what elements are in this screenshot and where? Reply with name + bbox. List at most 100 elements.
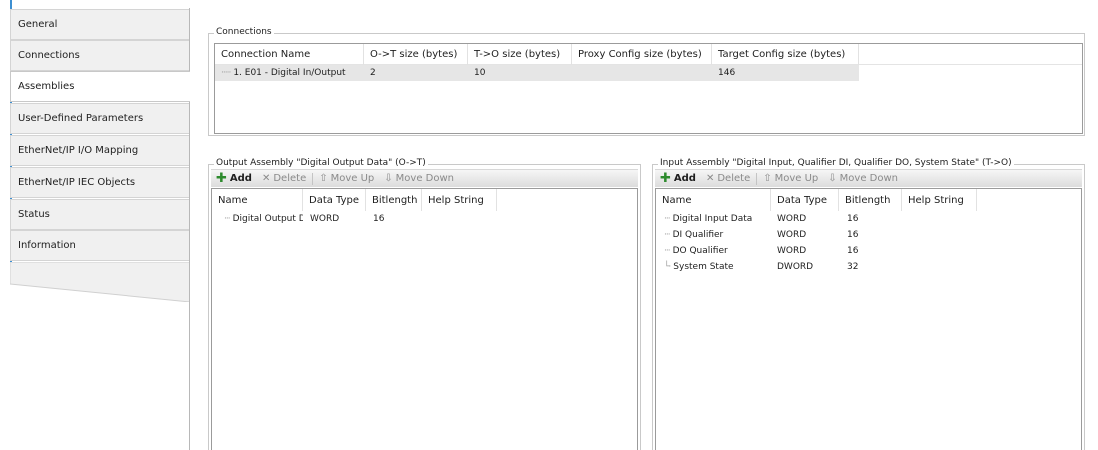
item-help-string — [902, 243, 977, 259]
list-item[interactable]: ··· DO Qualifier WORD 16 — [656, 243, 1081, 259]
tab-label: Information — [18, 240, 76, 251]
add-label: Add — [229, 173, 252, 184]
tree-connector: ··· — [664, 214, 671, 224]
item-name-cell: ··· DI Qualifier — [656, 227, 771, 243]
item-bitlength: 32 — [847, 262, 859, 272]
input-delete-button[interactable]: ✕ Delete — [701, 173, 755, 184]
item-bitlength: 16 — [847, 230, 859, 240]
item-name-cell: └· System State — [656, 259, 771, 275]
column-header-ot-size[interactable]: O->T size (bytes) — [364, 44, 468, 65]
output-assembly-title: Output Assembly "Digital Output Data" (O… — [214, 158, 428, 168]
column-header-bitlength[interactable]: Bitlength — [366, 189, 422, 211]
item-name: DI Qualifier — [672, 230, 724, 240]
item-bitlength: 16 — [847, 246, 859, 256]
tab-general[interactable]: General — [10, 9, 190, 40]
column-header-bitlength[interactable]: Bitlength — [839, 189, 902, 211]
tab-assemblies[interactable]: Assemblies — [10, 71, 190, 102]
item-name: Digital Output Data — [232, 214, 303, 224]
tab-ethernetip-iec-objects[interactable]: EtherNet/IP IEC Objects — [10, 167, 190, 198]
arrow-down-icon: ⇩ — [384, 173, 393, 184]
delete-label: Delete — [717, 173, 751, 184]
output-add-button[interactable]: ✚ Add — [211, 170, 257, 186]
item-name-cell: ··· DO Qualifier — [656, 243, 771, 259]
add-label: Add — [673, 173, 696, 184]
column-header-data-type[interactable]: Data Type — [771, 189, 839, 211]
tab-label: User-Defined Parameters — [18, 113, 144, 124]
list-item[interactable]: └· System State DWORD 32 — [656, 259, 1081, 275]
column-header-proxy-config-size[interactable]: Proxy Config size (bytes) — [572, 44, 712, 65]
input-move-up-button[interactable]: ⇧ Move Up — [758, 173, 823, 184]
tab-information[interactable]: Information — [10, 230, 190, 261]
item-data-type: DWORD — [777, 262, 814, 272]
toolbar-separator — [312, 172, 314, 185]
tab-label: Status — [18, 209, 50, 220]
tree-connector: ··· — [664, 246, 671, 256]
tree-connector: ····· — [221, 68, 231, 78]
tab-user-defined-parameters[interactable]: User-Defined Parameters — [10, 103, 190, 134]
move-up-label: Move Up — [774, 173, 819, 184]
table-row[interactable]: ····· 1. E01 - Digital In/Output 2 10 14… — [215, 65, 859, 81]
output-assembly-toolbar: ✚ Add ✕ Delete ⇧ Move Up ⇩ Move Down — [211, 169, 638, 187]
output-move-up-button[interactable]: ⇧ Move Up — [314, 173, 379, 184]
input-list-header: Name Data Type Bitlength Help String — [656, 189, 1081, 211]
column-header-target-config-size[interactable]: Target Config size (bytes) — [712, 44, 859, 65]
add-icon: ✚ — [660, 170, 671, 186]
output-list-header: Name Data Type Bitlength Help String — [212, 189, 637, 211]
tab-strip: General Connections Assemblies User-Defi… — [0, 0, 190, 450]
item-bitlength: 16 — [847, 214, 859, 224]
tab-connections[interactable]: Connections — [10, 40, 190, 71]
delete-icon: ✕ — [261, 173, 271, 184]
delete-icon: ✕ — [705, 173, 715, 184]
output-assembly-list[interactable]: Name Data Type Bitlength Help String ···… — [211, 188, 638, 450]
add-icon: ✚ — [216, 170, 227, 186]
item-help-string — [902, 211, 977, 227]
item-bitlength: 16 — [373, 214, 385, 224]
list-item[interactable]: ··· Digital Output Data WORD 16 — [212, 211, 637, 227]
input-move-down-button[interactable]: ⇩ Move Down — [823, 173, 903, 184]
connection-name-cell: ····· 1. E01 - Digital In/Output — [215, 65, 364, 81]
arrow-up-icon: ⇧ — [763, 173, 772, 184]
connections-group: Connections Connection Name O->T size (b… — [208, 27, 1085, 136]
input-assembly-list[interactable]: Name Data Type Bitlength Help String ···… — [655, 188, 1082, 450]
tab-ethernetip-io-mapping[interactable]: EtherNet/IP I/O Mapping — [10, 135, 190, 166]
tree-connector: ··· — [664, 230, 671, 240]
tree-connector: ··· — [224, 214, 231, 224]
list-item[interactable]: ··· DI Qualifier WORD 16 — [656, 227, 1081, 243]
item-data-type: WORD — [777, 246, 807, 256]
item-help-string — [902, 227, 977, 243]
input-assembly-title: Input Assembly "Digital Input, Qualifier… — [658, 158, 1014, 168]
tab-label: General — [18, 19, 58, 30]
column-header-help-string[interactable]: Help String — [422, 189, 497, 211]
tab-label: EtherNet/IP I/O Mapping — [18, 145, 139, 156]
move-up-label: Move Up — [330, 173, 375, 184]
arrow-up-icon: ⇧ — [319, 173, 328, 184]
item-name: Digital Input Data — [672, 214, 753, 224]
connections-group-title: Connections — [214, 27, 274, 37]
item-data-type: WORD — [777, 214, 807, 224]
to-size-cell: 10 — [474, 68, 486, 78]
tab-status[interactable]: Status — [10, 199, 190, 230]
ot-size-cell: 2 — [370, 68, 376, 78]
target-config-size-cell: 146 — [718, 68, 736, 78]
column-header-connection-name[interactable]: Connection Name — [215, 44, 364, 65]
connections-table[interactable]: Connection Name O->T size (bytes) T->O s… — [214, 43, 1083, 134]
column-header-name[interactable]: Name — [656, 189, 771, 211]
move-down-label: Move Down — [839, 173, 899, 184]
list-item[interactable]: ··· Digital Input Data WORD 16 — [656, 211, 1081, 227]
proxy-config-size-cell — [572, 65, 712, 81]
column-header-help-string[interactable]: Help String — [902, 189, 977, 211]
tab-label: Connections — [18, 50, 80, 61]
input-assembly-toolbar: ✚ Add ✕ Delete ⇧ Move Up ⇩ Move Down — [655, 169, 1082, 187]
item-name: System State — [673, 262, 734, 272]
column-header-data-type[interactable]: Data Type — [303, 189, 366, 211]
column-header-name[interactable]: Name — [212, 189, 303, 211]
item-name-cell: ··· Digital Output Data — [212, 211, 303, 227]
tab-label: Assemblies — [18, 81, 75, 92]
output-delete-button[interactable]: ✕ Delete — [257, 173, 311, 184]
output-move-down-button[interactable]: ⇩ Move Down — [379, 173, 459, 184]
toolbar-separator — [756, 172, 758, 185]
input-add-button[interactable]: ✚ Add — [655, 170, 701, 186]
tab-label: EtherNet/IP IEC Objects — [18, 177, 136, 188]
column-header-to-size[interactable]: T->O size (bytes) — [468, 44, 572, 65]
arrow-down-icon: ⇩ — [828, 173, 837, 184]
